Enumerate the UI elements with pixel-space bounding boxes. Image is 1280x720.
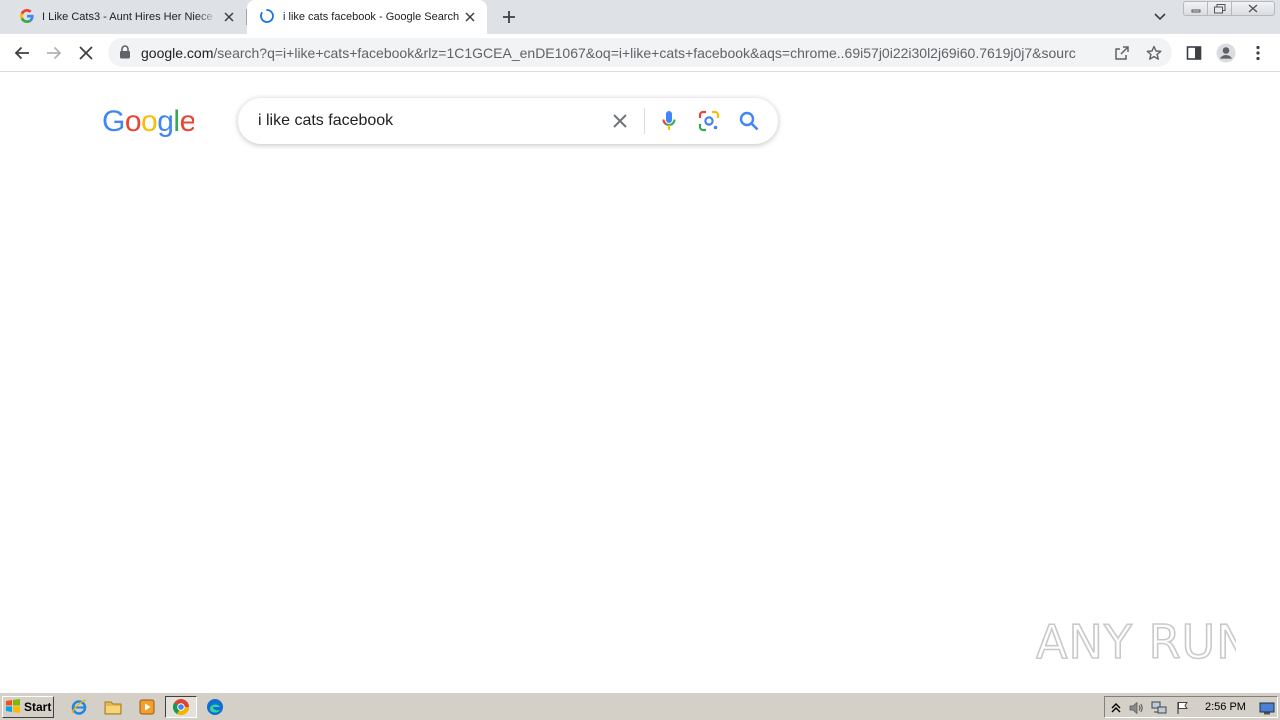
start-button[interactable]: Start bbox=[2, 696, 54, 718]
url-text[interactable]: google.com/search?q=i+like+cats+facebook… bbox=[141, 45, 1076, 61]
new-tab-icon[interactable] bbox=[500, 8, 518, 26]
share-icon[interactable] bbox=[1113, 44, 1131, 62]
chrome-icon[interactable] bbox=[172, 698, 190, 716]
window-controls bbox=[1183, 1, 1275, 17]
media-player-icon[interactable] bbox=[138, 698, 156, 716]
browser-toolbar: google.com/search?q=i+like+cats+facebook… bbox=[0, 34, 1280, 72]
side-panel-icon[interactable] bbox=[1184, 43, 1204, 63]
anyrun-watermark: ANY RUN bbox=[1035, 610, 1251, 670]
internet-explorer-icon[interactable] bbox=[70, 698, 88, 716]
taskbar: Start 2:56 PM bbox=[0, 692, 1280, 720]
system-tray: 2:56 PM bbox=[1104, 696, 1278, 718]
lock-icon[interactable] bbox=[119, 45, 133, 59]
taskbar-clock[interactable]: 2:56 PM bbox=[1205, 701, 1246, 713]
url-path: /search?q=i+like+cats+facebook&rlz=1C1GC… bbox=[213, 45, 1076, 61]
window-close-icon[interactable] bbox=[1231, 1, 1275, 16]
windows-logo-icon bbox=[5, 698, 21, 716]
stop-loading-icon[interactable] bbox=[76, 43, 96, 63]
svg-text:Google: Google bbox=[102, 106, 194, 138]
profile-avatar-icon[interactable] bbox=[1216, 43, 1236, 63]
loading-spinner-icon bbox=[259, 8, 275, 27]
edge-icon[interactable] bbox=[206, 698, 224, 716]
search-input[interactable] bbox=[258, 98, 598, 144]
show-hidden-icons-icon[interactable] bbox=[1108, 700, 1124, 716]
restore-icon[interactable] bbox=[1207, 1, 1231, 16]
forward-arrow-icon[interactable] bbox=[44, 43, 64, 63]
close-tab-icon[interactable] bbox=[222, 10, 236, 24]
search-box bbox=[238, 98, 778, 144]
tab-i-like-cats[interactable]: I Like Cats3 - Aunt Hires Her Niece To B… bbox=[8, 0, 246, 34]
url-host: google.com bbox=[141, 45, 214, 61]
google-g-icon bbox=[20, 8, 34, 26]
minimize-icon[interactable] bbox=[1183, 1, 1207, 16]
lens-camera-icon[interactable] bbox=[697, 109, 721, 133]
show-desktop-icon[interactable] bbox=[1259, 700, 1275, 716]
kebab-menu-icon[interactable] bbox=[1248, 43, 1268, 63]
tab-title: I Like Cats3 - Aunt Hires Her Niece To B… bbox=[42, 11, 217, 23]
tab-strip: I Like Cats3 - Aunt Hires Her Niece To B… bbox=[0, 0, 1280, 34]
clear-search-icon[interactable] bbox=[608, 109, 632, 133]
start-label: Start bbox=[24, 700, 52, 714]
microphone-icon[interactable] bbox=[657, 109, 681, 133]
page-content: Google ANY RUN bbox=[0, 72, 1280, 692]
back-arrow-icon[interactable] bbox=[12, 43, 32, 63]
network-icon[interactable] bbox=[1151, 700, 1167, 716]
watermark-text: ANY RUN bbox=[1036, 615, 1236, 669]
google-logo[interactable]: Google bbox=[102, 105, 196, 138]
volume-icon[interactable] bbox=[1128, 700, 1144, 716]
search-icon[interactable] bbox=[737, 109, 761, 133]
action-center-flag-icon[interactable] bbox=[1175, 700, 1191, 716]
tab-google-search[interactable]: i like cats facebook - Google Search bbox=[247, 0, 487, 34]
chevron-down-icon[interactable] bbox=[1152, 9, 1168, 25]
address-bar[interactable]: google.com/search?q=i+like+cats+facebook… bbox=[108, 38, 1172, 67]
search-box-divider bbox=[644, 108, 645, 134]
bookmark-star-icon[interactable] bbox=[1145, 44, 1163, 62]
close-tab-icon[interactable] bbox=[463, 10, 477, 24]
file-explorer-icon[interactable] bbox=[104, 698, 122, 716]
tab-title: i like cats facebook - Google Search bbox=[283, 11, 460, 23]
